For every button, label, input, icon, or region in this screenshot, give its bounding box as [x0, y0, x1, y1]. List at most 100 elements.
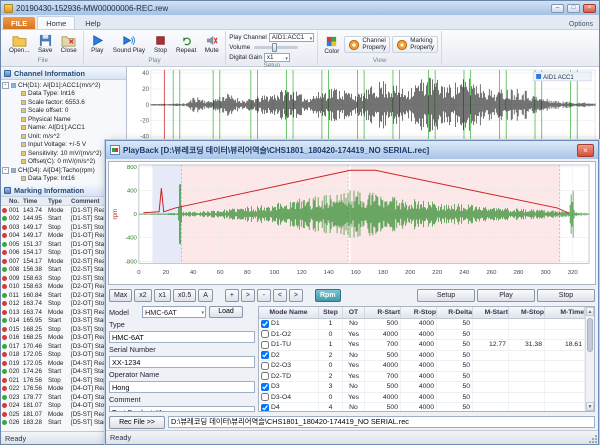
- svg-text:260: 260: [486, 270, 497, 276]
- svg-text:220: 220: [432, 270, 443, 276]
- scrollbar-thumb[interactable]: [587, 318, 593, 352]
- channel-property-button[interactable]: ChannelProperty: [344, 36, 390, 53]
- mode-checkbox[interactable]: [261, 341, 269, 349]
- col-ot[interactable]: OT: [343, 307, 365, 318]
- load-button[interactable]: Load: [209, 306, 243, 318]
- maximize-button[interactable]: [567, 4, 580, 13]
- type-field[interactable]: [109, 331, 255, 343]
- mode-table-row[interactable]: D2-TD 2 Yes 700 4000 50: [259, 372, 585, 383]
- digital-gain-combo[interactable]: x1: [264, 53, 290, 62]
- close-button[interactable]: [583, 4, 596, 13]
- mode-table-row[interactable]: D4 4 No 500 4000 50: [259, 403, 585, 411]
- mode-table-row[interactable]: D2 2 No 500 4000 50: [259, 351, 585, 362]
- comment-field[interactable]: Test Product #1: [109, 406, 255, 412]
- rpm-toggle-button[interactable]: Rpm: [315, 289, 341, 302]
- sound-play-button[interactable]: Sound Play: [110, 32, 148, 56]
- marking-dot-icon: [2, 403, 7, 408]
- resize-grip[interactable]: [588, 434, 597, 443]
- pan-button[interactable]: +: [225, 289, 239, 302]
- col-r-delta[interactable]: R-Delta: [437, 307, 473, 318]
- playback-stop-button[interactable]: Stop: [537, 289, 595, 302]
- col-m-stop[interactable]: M-Stop: [509, 307, 545, 318]
- tree-expander-icon[interactable]: -: [2, 82, 9, 89]
- mode-table-row[interactable]: D2-O3 0 Yes 4000 4000 50: [259, 361, 585, 372]
- mode-ot: Yes: [343, 340, 365, 350]
- volume-slider-thumb[interactable]: [272, 43, 277, 52]
- mode-checkbox[interactable]: [261, 393, 269, 401]
- mode-checkbox[interactable]: [261, 372, 269, 380]
- zoom-button[interactable]: x2: [134, 289, 151, 302]
- tab-home[interactable]: Home: [37, 16, 75, 29]
- play-channel-combo[interactable]: AID1:ACC1: [269, 33, 315, 42]
- scroll-up-icon[interactable]: ▲: [586, 307, 594, 316]
- col-r-start[interactable]: R-Start: [365, 307, 401, 318]
- model-combo[interactable]: HMC-6AT: [142, 306, 206, 318]
- col-mode-name[interactable]: Mode Name: [259, 307, 319, 318]
- mode-checkbox[interactable]: [261, 320, 269, 328]
- marking-property-button[interactable]: MarkingProperty: [392, 36, 438, 53]
- marking-no: 007: [9, 258, 23, 265]
- repeat-button[interactable]: Repeat: [173, 32, 199, 56]
- color-button[interactable]: Color: [321, 33, 342, 57]
- mode-checkbox[interactable]: [261, 362, 269, 370]
- mute-button[interactable]: Mute: [201, 32, 222, 56]
- tree-item[interactable]: - CH(D1): AI[D1]:ACC1(m/s^2): [1, 81, 126, 90]
- playback-dialog: PlayBack [D:\뷰레코딩 데이터\뷰리어역슬\CHS1801_1804…: [105, 140, 599, 445]
- zoom-button[interactable]: Max: [109, 289, 132, 302]
- operator-name-field[interactable]: [109, 381, 255, 393]
- mode-table-row[interactable]: D3 3 No 500 4000 50: [259, 382, 585, 393]
- col-step[interactable]: Step: [319, 307, 343, 318]
- col-m-time[interactable]: M-Time: [545, 307, 585, 318]
- channel-info-header[interactable]: Channel Information: [1, 67, 126, 80]
- marking-dot-icon: [2, 344, 7, 349]
- mode-table-row[interactable]: D1-O2 0 Yes 4000 4000 50: [259, 330, 585, 341]
- mode-table-row[interactable]: D1-TU 1 Yes 700 4000 50 12.77 31.38 18.6…: [259, 340, 585, 351]
- table-scrollbar[interactable]: ▲ ▼: [585, 307, 594, 411]
- tab-help[interactable]: Help: [77, 17, 108, 29]
- mode-checkbox[interactable]: [261, 383, 269, 391]
- mode-checkbox[interactable]: [261, 351, 269, 359]
- tree-item[interactable]: Data Type: Int16: [1, 90, 126, 99]
- pan-button[interactable]: >: [241, 289, 255, 302]
- zoom-button[interactable]: A: [198, 289, 213, 302]
- svg-text:AID1 ACC1: AID1 ACC1: [543, 75, 574, 81]
- stop-button[interactable]: Stop: [150, 32, 171, 56]
- serial-number-field[interactable]: [109, 356, 255, 368]
- rec-file-button[interactable]: Rec File >>: [109, 416, 165, 429]
- playback-chart[interactable]: 0204060801001201401601802002202402602803…: [108, 161, 596, 285]
- scroll-down-icon[interactable]: ▼: [586, 402, 594, 411]
- setup-button[interactable]: Setup: [417, 289, 475, 302]
- tree-item[interactable]: Scale offset: 0: [1, 107, 126, 116]
- open-button[interactable]: Open...: [6, 32, 33, 56]
- close-file-button[interactable]: Close: [58, 32, 80, 56]
- zoom-button[interactable]: x0.5: [173, 289, 196, 302]
- mode-checkbox[interactable]: [261, 404, 269, 411]
- tree-item[interactable]: Physical Name: [1, 115, 126, 124]
- volume-slider[interactable]: [254, 46, 298, 49]
- playback-close-button[interactable]: ×: [577, 144, 594, 157]
- col-r-stop[interactable]: R-Stop: [401, 307, 437, 318]
- rec-file-path-field[interactable]: [168, 416, 595, 428]
- col-type[interactable]: Type: [48, 198, 71, 205]
- mode-table-row[interactable]: D3-O4 0 Yes 4000 4000 50: [259, 393, 585, 404]
- play-button[interactable]: Play: [87, 32, 108, 56]
- tree-item[interactable]: Scale factor: 6553.6: [1, 98, 126, 107]
- col-no[interactable]: No.: [9, 198, 23, 205]
- playback-play-button[interactable]: Play: [477, 289, 535, 302]
- mode-step: 4: [319, 403, 343, 411]
- col-time[interactable]: Time: [23, 198, 48, 205]
- minimize-button[interactable]: [551, 4, 564, 13]
- options-link[interactable]: Options: [569, 21, 597, 29]
- tree-expander-icon[interactable]: -: [2, 167, 9, 174]
- tab-file[interactable]: FILE: [3, 17, 35, 29]
- col-m-start[interactable]: M-Start: [473, 307, 509, 318]
- tree-item[interactable]: Name: AI[D1]:ACC1: [1, 124, 126, 133]
- pan-button[interactable]: >: [289, 289, 303, 302]
- pan-button[interactable]: <: [273, 289, 287, 302]
- playback-titlebar[interactable]: PlayBack [D:\뷰레코딩 데이터\뷰리어역슬\CHS1801_1804…: [106, 141, 598, 159]
- zoom-button[interactable]: x1: [154, 289, 171, 302]
- pan-button[interactable]: -: [257, 289, 271, 302]
- mode-table-row[interactable]: D1 1 No 500 4000 50: [259, 319, 585, 330]
- save-button[interactable]: Save: [35, 32, 56, 56]
- mode-checkbox[interactable]: [261, 330, 269, 338]
